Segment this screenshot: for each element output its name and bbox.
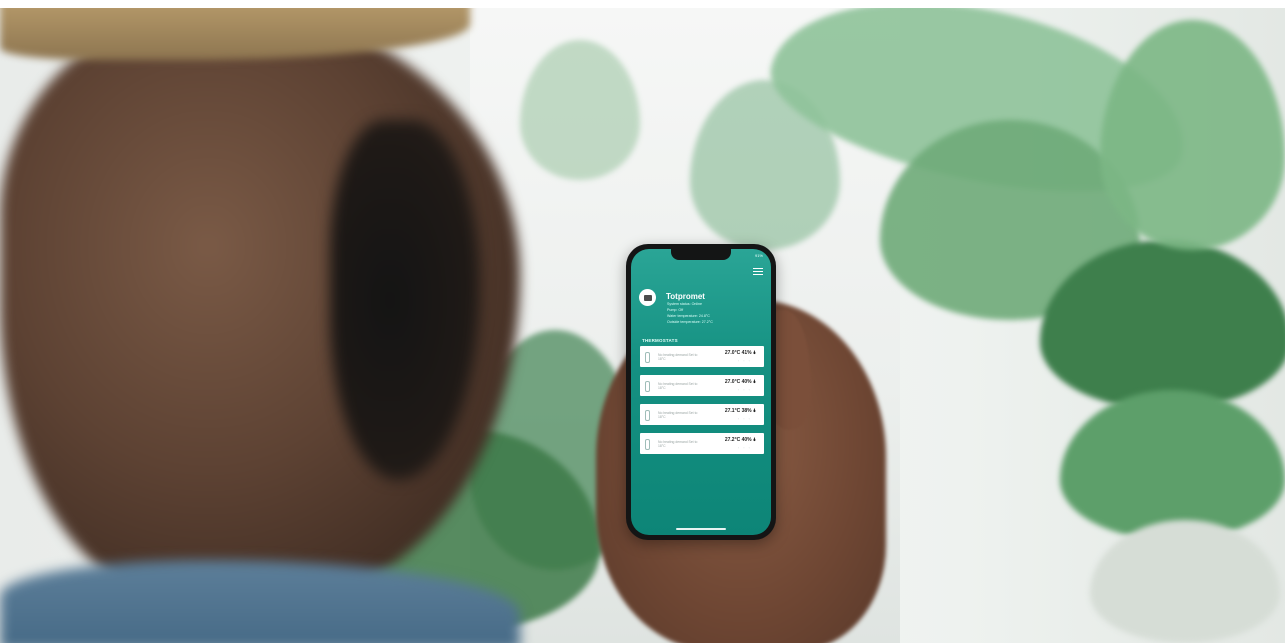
plant-leaf: [1060, 390, 1285, 540]
hamburger-menu-icon[interactable]: [753, 268, 763, 275]
thermostat-status-icons: ◦◦◦: [737, 387, 754, 392]
thermostat-card[interactable]: No heating demand Set to 18°C 27.2°C 40%…: [640, 433, 764, 454]
plant-leaf: [1100, 20, 1285, 250]
info-line: Pump: Off: [667, 308, 684, 312]
info-line: System status: Online: [667, 302, 702, 306]
thermostat-readings: 27.2°C 40% 🌢: [724, 437, 756, 443]
thermostat-card[interactable]: No heating demand Set to 18°C 27.0°C 40%…: [640, 375, 764, 396]
thermostat-status-icons: ◦◦◦: [737, 358, 754, 363]
thermostat-readings: 27.1°C 38% 🌢: [724, 408, 756, 414]
thermometer-icon: [645, 381, 650, 392]
thermostat-readings: 27.0°C 41% 🌢: [724, 350, 756, 356]
humidity-icon: 🌢: [752, 350, 756, 356]
thermostat-status-icons: ◦◦◦: [737, 416, 754, 421]
thermostat-card[interactable]: No heating demand Set to 18°C 27.1°C 38%…: [640, 404, 764, 425]
smartphone: 91% Totpromet System status: Online Pump…: [626, 244, 776, 540]
hat-brim: [0, 0, 470, 60]
thermostat-name: No heating demand Set to 18°C: [658, 411, 698, 419]
device-avatar-icon: [639, 289, 656, 306]
phone-screen: 91% Totpromet System status: Online Pump…: [631, 249, 771, 535]
section-title: THERMOSTATS: [642, 338, 678, 343]
thermometer-icon: [645, 439, 650, 450]
plant-leaf: [1090, 520, 1280, 643]
thermometer-icon: [645, 410, 650, 421]
thermostat-status-icons: ◦◦◦: [737, 445, 754, 450]
thermostat-name: No heating demand Set to 18°C: [658, 440, 698, 448]
thermostat-name: No heating demand Set to 18°C: [658, 353, 698, 361]
status-bar: 91%: [754, 253, 763, 258]
info-line: Outside temperature: 27.2°C: [667, 320, 713, 324]
thermostat-readings: 27.0°C 40% 🌢: [724, 379, 756, 385]
home-indicator[interactable]: [676, 528, 726, 530]
humidity-icon: 🌢: [752, 437, 756, 443]
app-title: Totpromet: [666, 292, 705, 301]
info-line: Water temperature: 24.8°C: [667, 314, 710, 318]
phone-notch: [671, 249, 731, 260]
photo-scene: 91% Totpromet System status: Online Pump…: [0, 0, 1285, 643]
thermostat-name: No heating demand Set to 18°C: [658, 382, 698, 390]
humidity-icon: 🌢: [752, 408, 756, 414]
thermometer-icon: [645, 352, 650, 363]
thermostat-card[interactable]: No heating demand Set to 18°C 27.0°C 41%…: [640, 346, 764, 367]
humidity-icon: 🌢: [752, 379, 756, 385]
top-border: [0, 0, 1285, 8]
